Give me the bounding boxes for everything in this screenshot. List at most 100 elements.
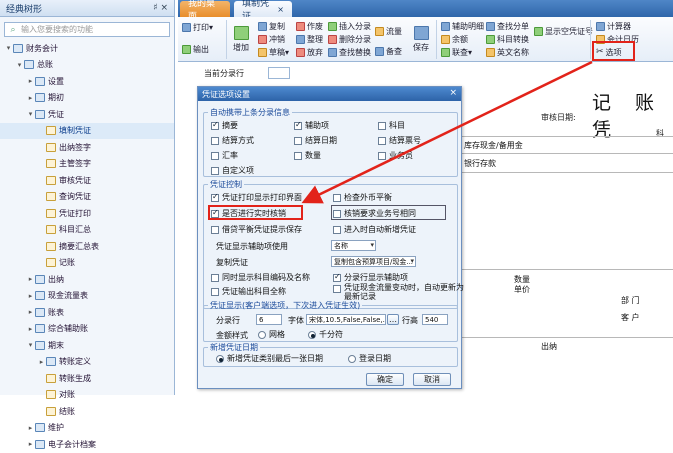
carry-option-checkbox[interactable]: 业务员 — [378, 150, 413, 161]
login-date-radio[interactable]: 登录日期 — [348, 353, 391, 364]
show-empty-voucher-button[interactable]: 显示空凭证号 — [534, 25, 593, 37]
draft-button[interactable]: 草稿 ▾ — [258, 46, 289, 58]
tab-fill-voucher[interactable]: 填制凭证× — [234, 0, 292, 22]
tree-node[interactable]: ▸ 现金流量表 — [0, 288, 174, 305]
copy-voucher-select[interactable]: 复制包含预算项目/现金... ▾ — [331, 256, 416, 267]
print-button[interactable]: 打印 ▾ — [182, 21, 213, 33]
pin-close-icon[interactable]: ♯ × — [153, 3, 168, 13]
tidy-button[interactable]: 整理 — [296, 33, 323, 45]
tree-node[interactable]: ▸ 转账定义 — [0, 354, 174, 371]
reference-button[interactable]: 备查 — [375, 45, 402, 57]
show-code-and-name-checkbox[interactable]: 同时显示科目编码及名称 — [211, 272, 310, 283]
find-replace-button[interactable]: 查找替换 — [328, 46, 371, 58]
tree-node[interactable]: 转账生成 — [0, 370, 174, 387]
tree-node[interactable]: 填制凭证 — [0, 122, 174, 139]
font-picker-button[interactable]: … — [387, 314, 399, 325]
tree-node[interactable]: ▸ 账表 — [0, 304, 174, 321]
expand-toggle-icon[interactable]: ▸ — [26, 275, 35, 283]
tree-node[interactable]: ▸ 维护 — [0, 420, 174, 437]
carry-option-checkbox[interactable]: 数量 — [294, 150, 321, 161]
ok-button[interactable]: 确定 — [366, 373, 404, 386]
void-button[interactable]: 作废 — [296, 20, 323, 32]
expand-toggle-icon[interactable]: ▾ — [15, 61, 24, 69]
flow-button[interactable]: 流量 — [375, 25, 402, 37]
unbalanced-save-prompt-checkbox[interactable]: 借贷平衡凭证提示保存 — [211, 224, 302, 235]
carry-option-checkbox[interactable]: 科目 — [378, 120, 405, 131]
entry-subject-cell[interactable]: 库存现金/备用金 — [464, 140, 523, 151]
link-query-button[interactable]: 联查 ▾ — [441, 46, 472, 58]
current-entry-input[interactable] — [268, 67, 290, 79]
tree-node[interactable]: ▸ 出纳 — [0, 271, 174, 288]
auto-new-voucher-checkbox[interactable]: 进入时自动新增凭证 — [333, 224, 416, 235]
tree-node[interactable]: 查询凭证 — [0, 189, 174, 206]
row-height-input[interactable]: 540 — [422, 314, 448, 325]
find-split-button[interactable]: 查找分单 — [486, 20, 529, 32]
check-foreign-balance-checkbox[interactable]: 检查外币平衡 — [333, 192, 392, 203]
tree-node[interactable]: ▸ 期初 — [0, 90, 174, 107]
tree-node[interactable]: 结账 — [0, 403, 174, 420]
expand-toggle-icon[interactable]: ▸ — [26, 440, 35, 448]
entry-rows-input[interactable]: 6 — [256, 314, 282, 325]
carry-option-checkbox[interactable]: 汇率 — [211, 150, 238, 161]
abandon-button[interactable]: 放弃 — [296, 46, 323, 58]
save-button[interactable]: 保存 — [410, 23, 432, 53]
show-aux-in-row-checkbox[interactable]: 分录行显示辅助项 — [333, 272, 408, 283]
output-full-name-checkbox[interactable]: 凭证输出科目全称 — [211, 286, 286, 297]
function-search-input[interactable]: ⌕ 输入您要搜索的功能 — [4, 22, 170, 37]
tree-node[interactable]: ▾ 凭证 — [0, 106, 174, 123]
rush-button[interactable]: 冲销 — [258, 33, 285, 45]
expand-toggle-icon[interactable]: ▸ — [26, 308, 35, 316]
close-icon[interactable]: × — [449, 88, 457, 98]
tree-node[interactable]: 凭证打印 — [0, 205, 174, 222]
insert-entry-button[interactable]: 插入分录 — [328, 20, 371, 32]
department-label: 部 门 — [621, 296, 640, 305]
tree-node[interactable]: ▸ 综合辅助账 — [0, 321, 174, 338]
expand-toggle-icon[interactable]: ▸ — [26, 325, 35, 333]
tree-node[interactable]: ▸ 设置 — [0, 73, 174, 90]
aux-detail-button[interactable]: 辅助明细 — [441, 20, 484, 32]
balance-button[interactable]: 余额 — [441, 33, 468, 45]
tree-node[interactable]: 记账 — [0, 255, 174, 272]
tab-my-desktop[interactable]: 我的桌面 — [180, 0, 230, 22]
carry-option-checkbox[interactable]: 摘要 — [211, 120, 238, 131]
expand-toggle-icon[interactable]: ▸ — [26, 424, 35, 432]
carry-option-checkbox[interactable]: 结算日期 — [294, 135, 337, 146]
tree-node[interactable]: 摘要汇总表 — [0, 238, 174, 255]
subject-convert-button[interactable]: 科目转换 — [486, 33, 529, 45]
tree-node[interactable]: 主管签字 — [0, 156, 174, 173]
delete-entry-button[interactable]: 删除分录 — [328, 33, 371, 45]
tree-node[interactable]: 科目汇总 — [0, 222, 174, 239]
font-input[interactable]: 宋体,10.5,False,False,... — [306, 314, 386, 325]
tree-node[interactable]: 出纳签字 — [0, 139, 174, 156]
carry-option-checkbox[interactable]: 辅助项 — [294, 120, 329, 131]
expand-toggle-icon[interactable]: ▾ — [26, 110, 35, 118]
tree-node[interactable]: ▸ 电子会计档案 — [0, 436, 174, 453]
expand-toggle-icon[interactable]: ▸ — [37, 358, 46, 366]
entry-subject-cell[interactable]: 银行存款 — [464, 158, 496, 169]
english-name-button[interactable]: 英文名称 — [486, 46, 529, 58]
close-tab-icon[interactable]: × — [277, 5, 284, 14]
output-button[interactable]: 输出 — [182, 43, 209, 55]
grid-style-radio[interactable]: 网格 — [258, 329, 285, 340]
expand-toggle-icon[interactable]: ▾ — [26, 341, 35, 349]
tree-node[interactable]: ▾ 总账 — [0, 57, 174, 74]
add-button[interactable]: 增加 — [230, 23, 252, 53]
calculator-button[interactable]: 计算器 — [596, 20, 631, 32]
expand-toggle-icon[interactable]: ▸ — [26, 292, 35, 300]
tree-node[interactable]: ▾ 财务会计 — [0, 40, 174, 57]
cancel-button[interactable]: 取消 — [413, 373, 451, 386]
tree-node[interactable]: ▾ 期末 — [0, 337, 174, 354]
copy-button[interactable]: 复制 — [258, 20, 285, 32]
carry-option-checkbox[interactable]: 结算方式 — [211, 135, 254, 146]
expand-toggle-icon[interactable]: ▾ — [4, 44, 13, 52]
expand-toggle-icon[interactable]: ▸ — [26, 94, 35, 102]
tree-node[interactable]: 审核凭证 — [0, 172, 174, 189]
carry-option-checkbox[interactable]: 自定义项 — [211, 165, 254, 176]
last-date-radio[interactable]: 新增凭证类别最后一张日期 — [216, 353, 323, 364]
aux-display-select[interactable]: 名称 ▾ — [331, 240, 376, 251]
radio-label: 新增凭证类别最后一张日期 — [227, 354, 323, 363]
thousands-style-radio[interactable]: 千分符 — [308, 329, 343, 340]
print-dialog-checkbox[interactable]: 凭证打印显示打印界面 — [211, 192, 302, 203]
expand-toggle-icon[interactable]: ▸ — [26, 77, 35, 85]
carry-option-checkbox[interactable]: 结算票号 — [378, 135, 421, 146]
